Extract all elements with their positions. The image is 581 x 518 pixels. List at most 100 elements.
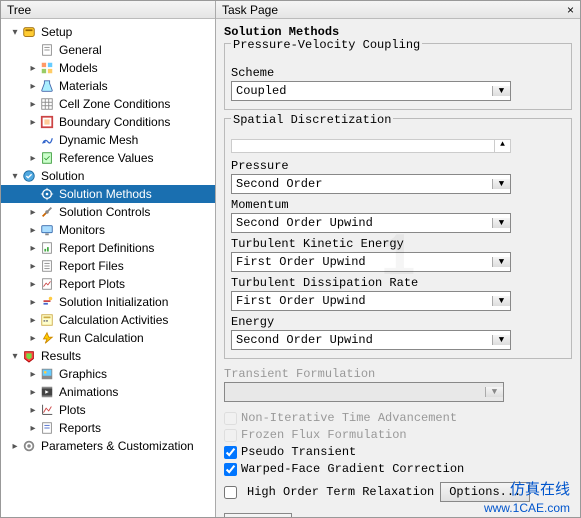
label-turbulent-dissipation-rate: Turbulent Dissipation Rate xyxy=(231,276,565,290)
dropdown-value: Second Order Upwind xyxy=(232,333,492,347)
collapse-icon[interactable]: ▾ xyxy=(9,27,21,38)
label-pressure: Pressure xyxy=(231,159,565,173)
general-icon xyxy=(39,42,55,58)
tree-item-solution-initialization[interactable]: ▸Solution Initialization xyxy=(1,293,215,311)
task-body: 1 Solution Methods Pressure-Velocity Cou… xyxy=(216,19,580,517)
tree-item-general[interactable]: General xyxy=(1,41,215,59)
expand-icon[interactable]: ▸ xyxy=(27,63,39,74)
tree-item-solution-methods[interactable]: Solution Methods xyxy=(1,185,215,203)
tree-item-run-calculation[interactable]: ▸ Run Calculation xyxy=(1,329,215,347)
close-icon[interactable]: × xyxy=(567,3,574,17)
task-header: Task Page × xyxy=(216,1,580,19)
chevron-down-icon: ▼ xyxy=(492,218,510,228)
tree-node-results[interactable]: ▾ Results xyxy=(1,347,215,365)
dynmesh-icon xyxy=(39,132,55,148)
dropdown-value: Second Order xyxy=(232,177,492,191)
expand-icon[interactable]: ▸ xyxy=(27,261,39,272)
plots-icon xyxy=(39,402,55,418)
tree-label: Calculation Activities xyxy=(57,313,168,327)
solution-icon xyxy=(21,168,37,184)
checkbox-input[interactable] xyxy=(224,486,237,499)
expand-icon[interactable]: ▸ xyxy=(27,279,39,290)
tree-label: Parameters & Customization xyxy=(39,439,194,453)
expand-icon[interactable]: ▸ xyxy=(27,405,39,416)
collapse-icon[interactable]: ▾ xyxy=(9,171,21,182)
reportdef-icon xyxy=(39,240,55,256)
fieldset-pvc: Pressure-Velocity Coupling Scheme Couple… xyxy=(224,43,572,110)
expand-icon[interactable]: ▸ xyxy=(27,153,39,164)
tree-item-dynamic-mesh[interactable]: Dynamic Mesh xyxy=(1,131,215,149)
legend-pvc: Pressure-Velocity Coupling xyxy=(231,38,422,52)
tree-label: Solution xyxy=(39,169,84,183)
tree-label: Run Calculation xyxy=(57,331,144,345)
tree-panel: Tree ▾ Setup General▸Models▸Materials▸Ce… xyxy=(1,1,216,517)
label-transient: Transient Formulation xyxy=(224,367,572,381)
checkbox-input[interactable] xyxy=(224,446,237,459)
expand-icon[interactable]: ▸ xyxy=(27,333,39,344)
tree-item-plots[interactable]: ▸ Plots xyxy=(1,401,215,419)
tree-item-solution-controls[interactable]: ▸Solution Controls xyxy=(1,203,215,221)
tree-item-animations[interactable]: ▸Animations xyxy=(1,383,215,401)
expand-icon[interactable]: ▸ xyxy=(27,243,39,254)
dropdown-turbulent-dissipation-rate[interactable]: First Order Upwind▼ xyxy=(231,291,511,311)
tree-item-monitors[interactable]: ▸Monitors xyxy=(1,221,215,239)
tree-node-solution[interactable]: ▾ Solution xyxy=(1,167,215,185)
dropdown-momentum[interactable]: Second Order Upwind▼ xyxy=(231,213,511,233)
expand-icon[interactable]: ▸ xyxy=(27,81,39,92)
checkbox-input[interactable] xyxy=(224,463,237,476)
checkbox-label: Warped-Face Gradient Correction xyxy=(241,462,464,476)
dropdown-turbulent-kinetic-energy[interactable]: First Order Upwind▼ xyxy=(231,252,511,272)
expand-icon[interactable]: ▸ xyxy=(27,225,39,236)
tree-item-report-definitions[interactable]: ▸Report Definitions xyxy=(1,239,215,257)
tree-item-calculation-activities[interactable]: ▸ Calculation Activities xyxy=(1,311,215,329)
expand-icon[interactable]: ▸ xyxy=(27,117,39,128)
tree-item-report-plots[interactable]: ▸Report Plots xyxy=(1,275,215,293)
results-icon xyxy=(21,348,37,364)
checkbox-pseudo[interactable]: Pseudo Transient xyxy=(224,445,572,459)
tree-label: Materials xyxy=(57,79,108,93)
chevron-down-icon: ▼ xyxy=(492,335,510,345)
reportfiles-icon xyxy=(39,258,55,274)
tree-label: Plots xyxy=(57,403,86,417)
expand-icon[interactable]: ▸ xyxy=(9,441,21,452)
expand-icon[interactable]: ▸ xyxy=(27,423,39,434)
tree-label: Report Files xyxy=(57,259,124,273)
tree-item-graphics[interactable]: ▸ Graphics xyxy=(1,365,215,383)
tree-item-cell-zone-conditions[interactable]: ▸Cell Zone Conditions xyxy=(1,95,215,113)
tree-item-report-files[interactable]: ▸ Report Files xyxy=(1,257,215,275)
tree-label: Graphics xyxy=(57,367,107,381)
dropdown-value: Second Order Upwind xyxy=(232,216,492,230)
monitors-icon xyxy=(39,222,55,238)
expand-icon[interactable]: ▸ xyxy=(27,207,39,218)
tree-item-reports[interactable]: ▸Reports xyxy=(1,419,215,437)
expand-icon[interactable]: ▸ xyxy=(27,369,39,380)
tree-node-params[interactable]: ▸ Parameters & Customization xyxy=(1,437,215,455)
legend-sd: Spatial Discretization xyxy=(231,113,393,127)
checkbox-frozen: Frozen Flux Formulation xyxy=(224,428,572,442)
checkbox-warped[interactable]: Warped-Face Gradient Correction xyxy=(224,462,572,476)
checkbox-highorder-row: High Order Term Relaxation Options... xyxy=(224,482,530,502)
tree-item-reference-values[interactable]: ▸ Reference Values xyxy=(1,149,215,167)
tree-node-setup[interactable]: ▾ Setup xyxy=(1,23,215,41)
dropdown-scheme[interactable]: Coupled ▼ xyxy=(231,81,511,101)
default-button[interactable]: Default xyxy=(224,513,292,517)
tree-item-boundary-conditions[interactable]: ▸ Boundary Conditions xyxy=(1,113,215,131)
tree-label: General xyxy=(57,43,102,57)
refval-icon xyxy=(39,150,55,166)
chevron-down-icon: ▼ xyxy=(492,86,510,96)
dropdown-value: First Order Upwind xyxy=(232,255,492,269)
tree-item-materials[interactable]: ▸ Materials xyxy=(1,77,215,95)
dropdown-pressure[interactable]: Second Order▼ xyxy=(231,174,511,194)
dropdown-energy[interactable]: Second Order Upwind▼ xyxy=(231,330,511,350)
footer-brand[interactable]: 仿真在线 xyxy=(510,478,570,499)
collapse-icon[interactable]: ▾ xyxy=(9,351,21,362)
expand-icon[interactable]: ▸ xyxy=(27,387,39,398)
expand-icon[interactable]: ▸ xyxy=(27,99,39,110)
expand-icon[interactable]: ▸ xyxy=(27,315,39,326)
footer-url[interactable]: www.1CAE.com xyxy=(484,501,570,515)
graphics-icon xyxy=(39,366,55,382)
expand-icon[interactable]: ▸ xyxy=(27,297,39,308)
tree-item-models[interactable]: ▸Models xyxy=(1,59,215,77)
tree-label: Reference Values xyxy=(57,151,154,165)
tree-label: Boundary Conditions xyxy=(57,115,170,129)
